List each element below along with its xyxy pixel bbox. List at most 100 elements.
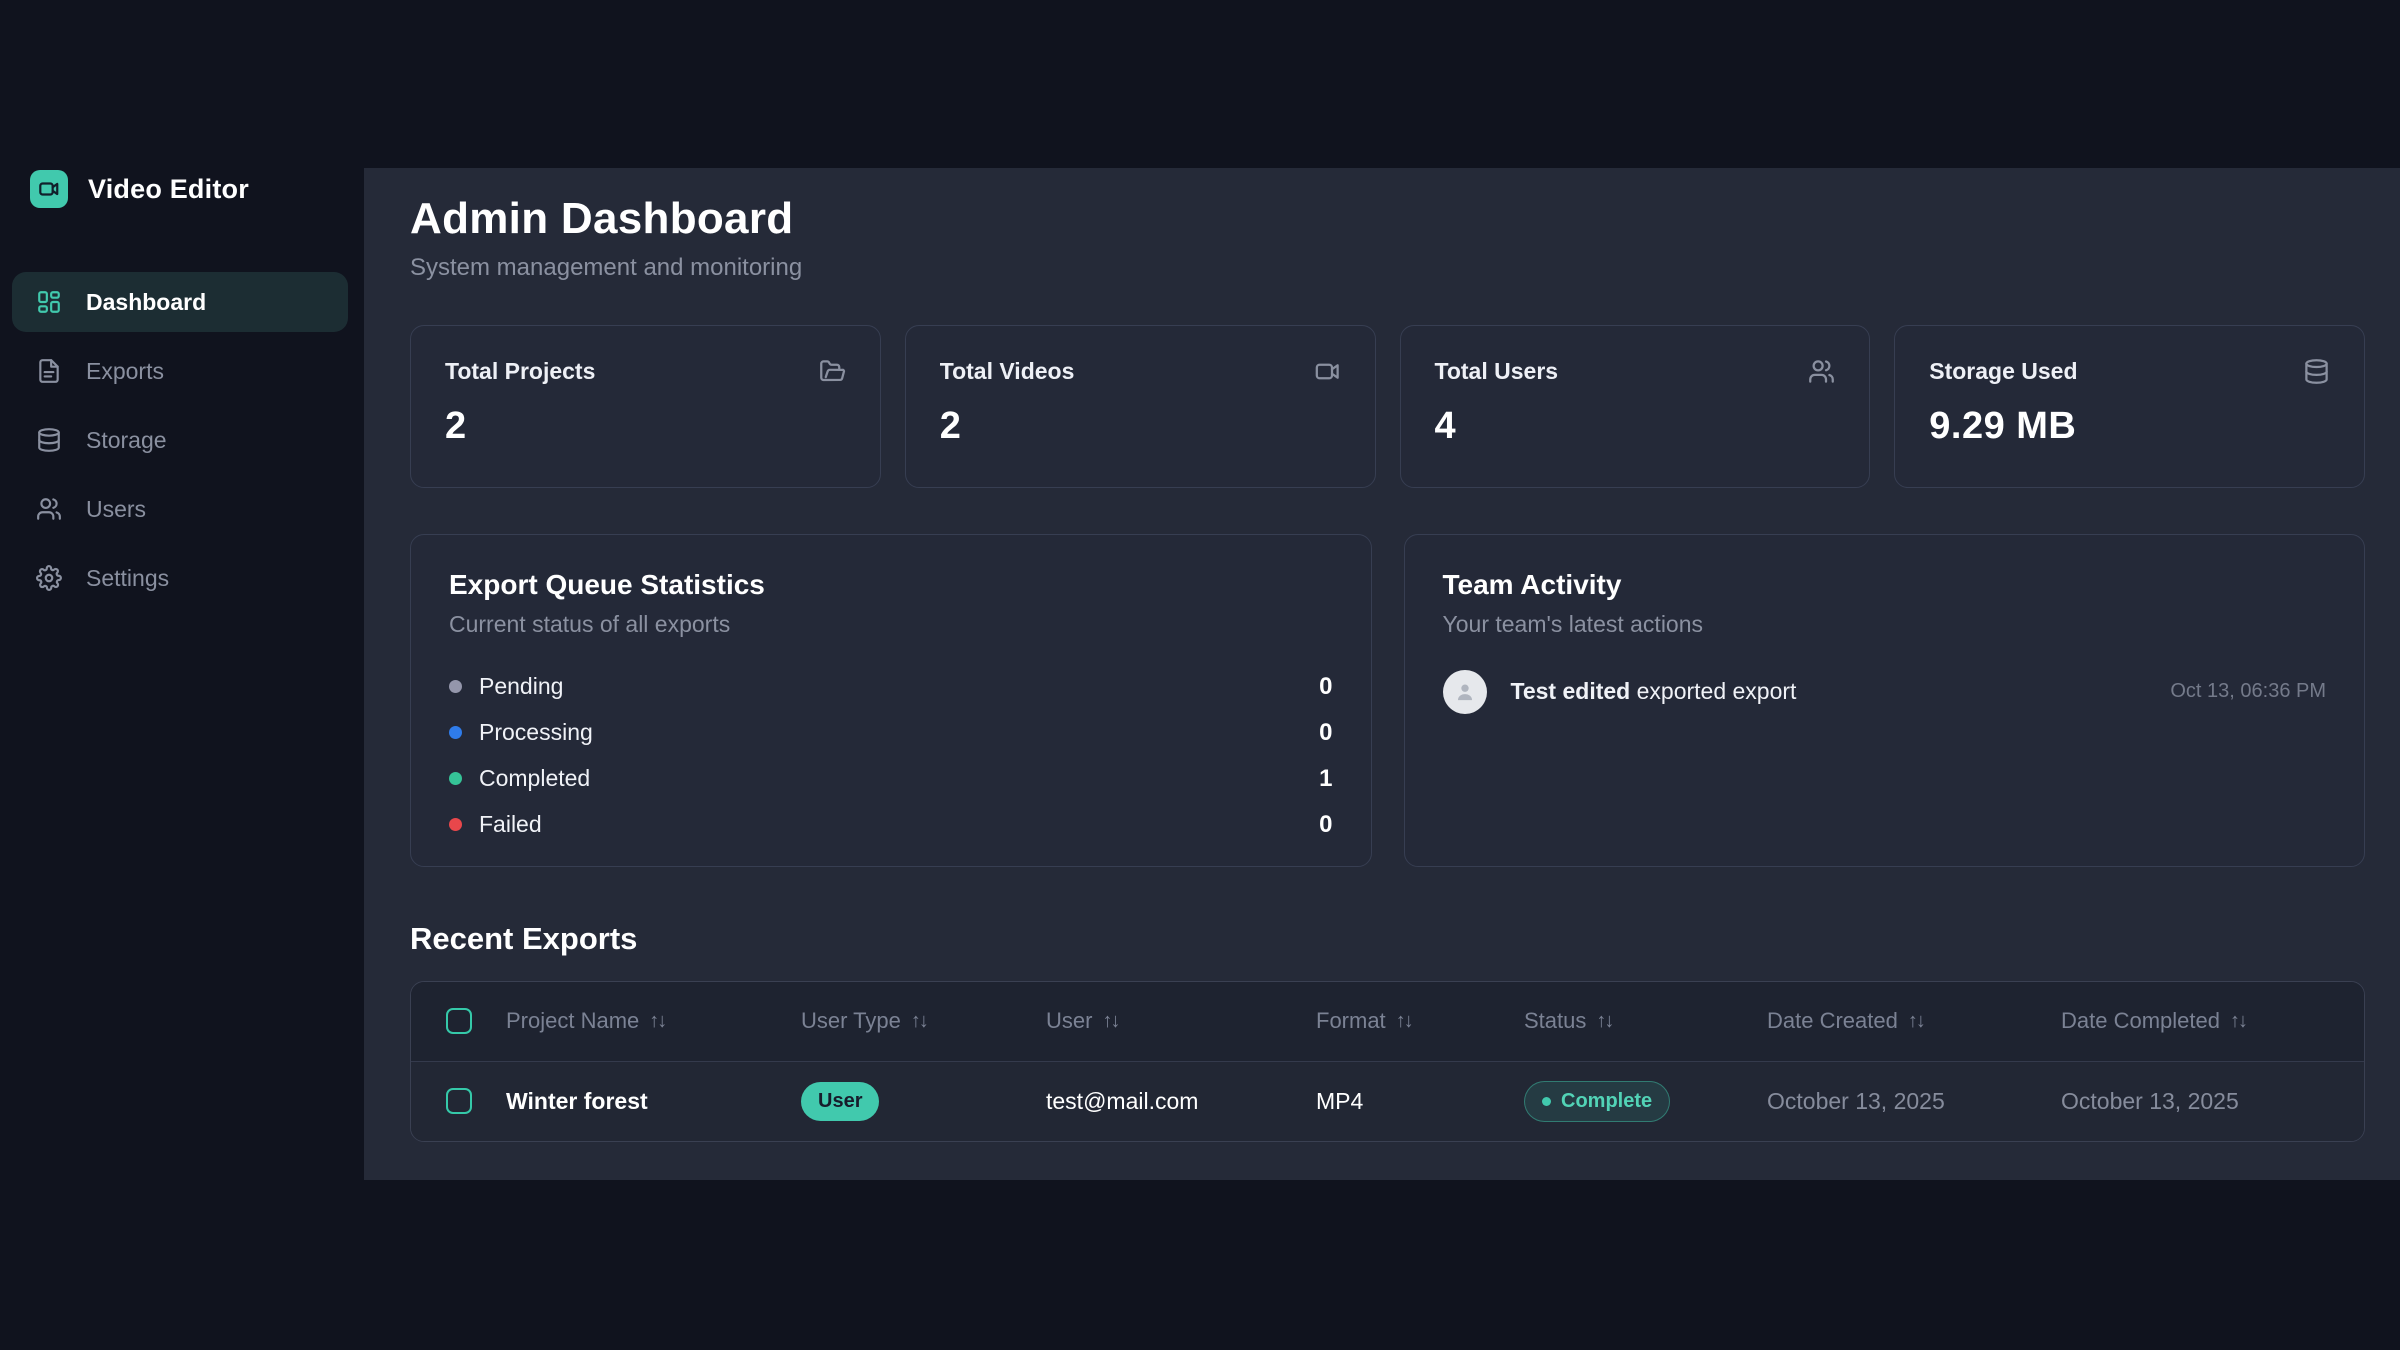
stat-value: 2 (940, 405, 1341, 448)
queue-label: Completed (479, 765, 590, 792)
column-header-status[interactable]: Status ↑↓ (1524, 1008, 1767, 1034)
column-header-date-created[interactable]: Date Created ↑↓ (1767, 1008, 2061, 1034)
app-title: Video Editor (88, 174, 249, 205)
column-label: Format (1316, 1008, 1386, 1034)
stat-card-total-users: Total Users 4 (1400, 325, 1871, 488)
cell-project-name: Winter forest (506, 1088, 801, 1115)
activity-action: exported export (1637, 678, 1797, 704)
video-camera-icon (38, 178, 60, 200)
export-queue-card: Export Queue Statistics Current status o… (410, 534, 1372, 867)
sidebar-item-label: Exports (86, 358, 164, 385)
sidebar-item-storage[interactable]: Storage (12, 410, 348, 470)
sort-icon: ↑↓ (1396, 1010, 1412, 1033)
sidebar: Video Editor Dashboard Exports (0, 0, 364, 1350)
column-header-format[interactable]: Format ↑↓ (1316, 1008, 1524, 1034)
sidebar-item-label: Storage (86, 427, 167, 454)
sidebar-item-label: Dashboard (86, 289, 206, 316)
column-label: User Type (801, 1008, 901, 1034)
dashboard-grid-icon (36, 289, 62, 315)
column-header-project-name[interactable]: Project Name ↑↓ (506, 1008, 801, 1034)
page-subtitle: System management and monitoring (410, 254, 2365, 282)
card-subtitle: Your team's latest actions (1443, 611, 2327, 638)
middle-cards-row: Export Queue Statistics Current status o… (410, 534, 2365, 867)
queue-value: 1 (1319, 765, 1332, 793)
stat-card-total-projects: Total Projects 2 (410, 325, 881, 488)
column-label: User (1046, 1008, 1092, 1034)
stat-card-storage-used: Storage Used 9.29 MB (1894, 325, 2365, 488)
main-panel: Admin Dashboard System management and mo… (364, 168, 2400, 1180)
completed-dot (449, 772, 462, 785)
sidebar-item-settings[interactable]: Settings (12, 548, 348, 608)
team-activity-card: Team Activity Your team's latest actions… (1404, 534, 2366, 867)
stat-label: Storage Used (1929, 358, 2077, 385)
folder-open-icon (819, 358, 846, 385)
table-row[interactable]: Winter forest User test@mail.com MP4 Com… (411, 1062, 2364, 1141)
avatar (1443, 670, 1487, 714)
sidebar-item-dashboard[interactable]: Dashboard (12, 272, 348, 332)
queue-label: Processing (479, 719, 593, 746)
failed-dot (449, 818, 462, 831)
card-title: Team Activity (1443, 569, 2327, 601)
queue-row-processing: Processing 0 (449, 710, 1333, 756)
activity-item: Test edited exported export Oct 13, 06:3… (1443, 670, 2327, 714)
page-title: Admin Dashboard (410, 194, 2365, 245)
column-header-user-type[interactable]: User Type ↑↓ (801, 1008, 1046, 1034)
cell-date-created: October 13, 2025 (1767, 1088, 2061, 1115)
select-all-checkbox[interactable] (446, 1008, 472, 1034)
queue-label: Pending (479, 673, 563, 700)
cell-format: MP4 (1316, 1088, 1524, 1115)
database-icon (2303, 358, 2330, 385)
activity-timestamp: Oct 13, 06:36 PM (2170, 680, 2326, 703)
column-label: Project Name (506, 1008, 639, 1034)
status-label: Complete (1561, 1090, 1652, 1113)
users-icon (1808, 358, 1835, 385)
table-header-row: Project Name ↑↓ User Type ↑↓ User ↑↓ For… (411, 982, 2364, 1062)
stat-value: 4 (1435, 405, 1836, 448)
sort-icon: ↑↓ (1596, 1010, 1612, 1033)
sidebar-item-users[interactable]: Users (12, 479, 348, 539)
queue-label: Failed (479, 811, 542, 838)
column-header-date-completed[interactable]: Date Completed ↑↓ (2061, 1008, 2364, 1034)
queue-value: 0 (1319, 719, 1332, 747)
stat-card-total-videos: Total Videos 2 (905, 325, 1376, 488)
queue-row-completed: Completed 1 (449, 756, 1333, 802)
queue-value: 0 (1319, 673, 1332, 701)
stat-label: Total Videos (940, 358, 1075, 385)
sort-icon: ↑↓ (911, 1010, 927, 1033)
sidebar-nav: Dashboard Exports Storage (12, 272, 348, 608)
cell-date-completed: October 13, 2025 (2061, 1088, 2364, 1115)
processing-dot (449, 726, 462, 739)
cell-user-type: User (801, 1082, 1046, 1121)
sort-icon: ↑↓ (2230, 1010, 2246, 1033)
card-subtitle: Current status of all exports (449, 611, 1333, 638)
app-logo (30, 170, 68, 208)
sidebar-item-exports[interactable]: Exports (12, 341, 348, 401)
sort-icon: ↑↓ (649, 1010, 665, 1033)
gear-icon (36, 565, 62, 591)
column-header-user[interactable]: User ↑↓ (1046, 1008, 1316, 1034)
stat-cards-row: Total Projects 2 Total Videos 2 (410, 325, 2365, 488)
queue-value: 0 (1319, 811, 1332, 839)
sort-icon: ↑↓ (1908, 1010, 1924, 1033)
column-label: Status (1524, 1008, 1586, 1034)
recent-exports-title: Recent Exports (410, 921, 2365, 957)
column-label: Date Completed (2061, 1008, 2220, 1034)
stat-value: 2 (445, 405, 846, 448)
pending-dot (449, 680, 462, 693)
queue-row-failed: Failed 0 (449, 802, 1333, 848)
stat-value: 9.29 MB (1929, 405, 2330, 448)
status-badge: Complete (1524, 1081, 1670, 1122)
cell-user-email: test@mail.com (1046, 1088, 1316, 1115)
queue-stats-list: Pending 0 Processing 0 Completed 1 Faile… (449, 664, 1333, 848)
sidebar-item-label: Users (86, 496, 146, 523)
card-title: Export Queue Statistics (449, 569, 1333, 601)
activity-text: Test edited exported export (1511, 678, 1797, 705)
user-type-badge: User (801, 1082, 879, 1121)
recent-exports-table: Project Name ↑↓ User Type ↑↓ User ↑↓ For… (410, 981, 2365, 1142)
sort-icon: ↑↓ (1102, 1010, 1118, 1033)
select-row-checkbox[interactable] (446, 1088, 472, 1114)
activity-actor: Test edited (1511, 678, 1631, 704)
file-document-icon (36, 358, 62, 384)
column-label: Date Created (1767, 1008, 1898, 1034)
status-dot (1542, 1097, 1551, 1106)
